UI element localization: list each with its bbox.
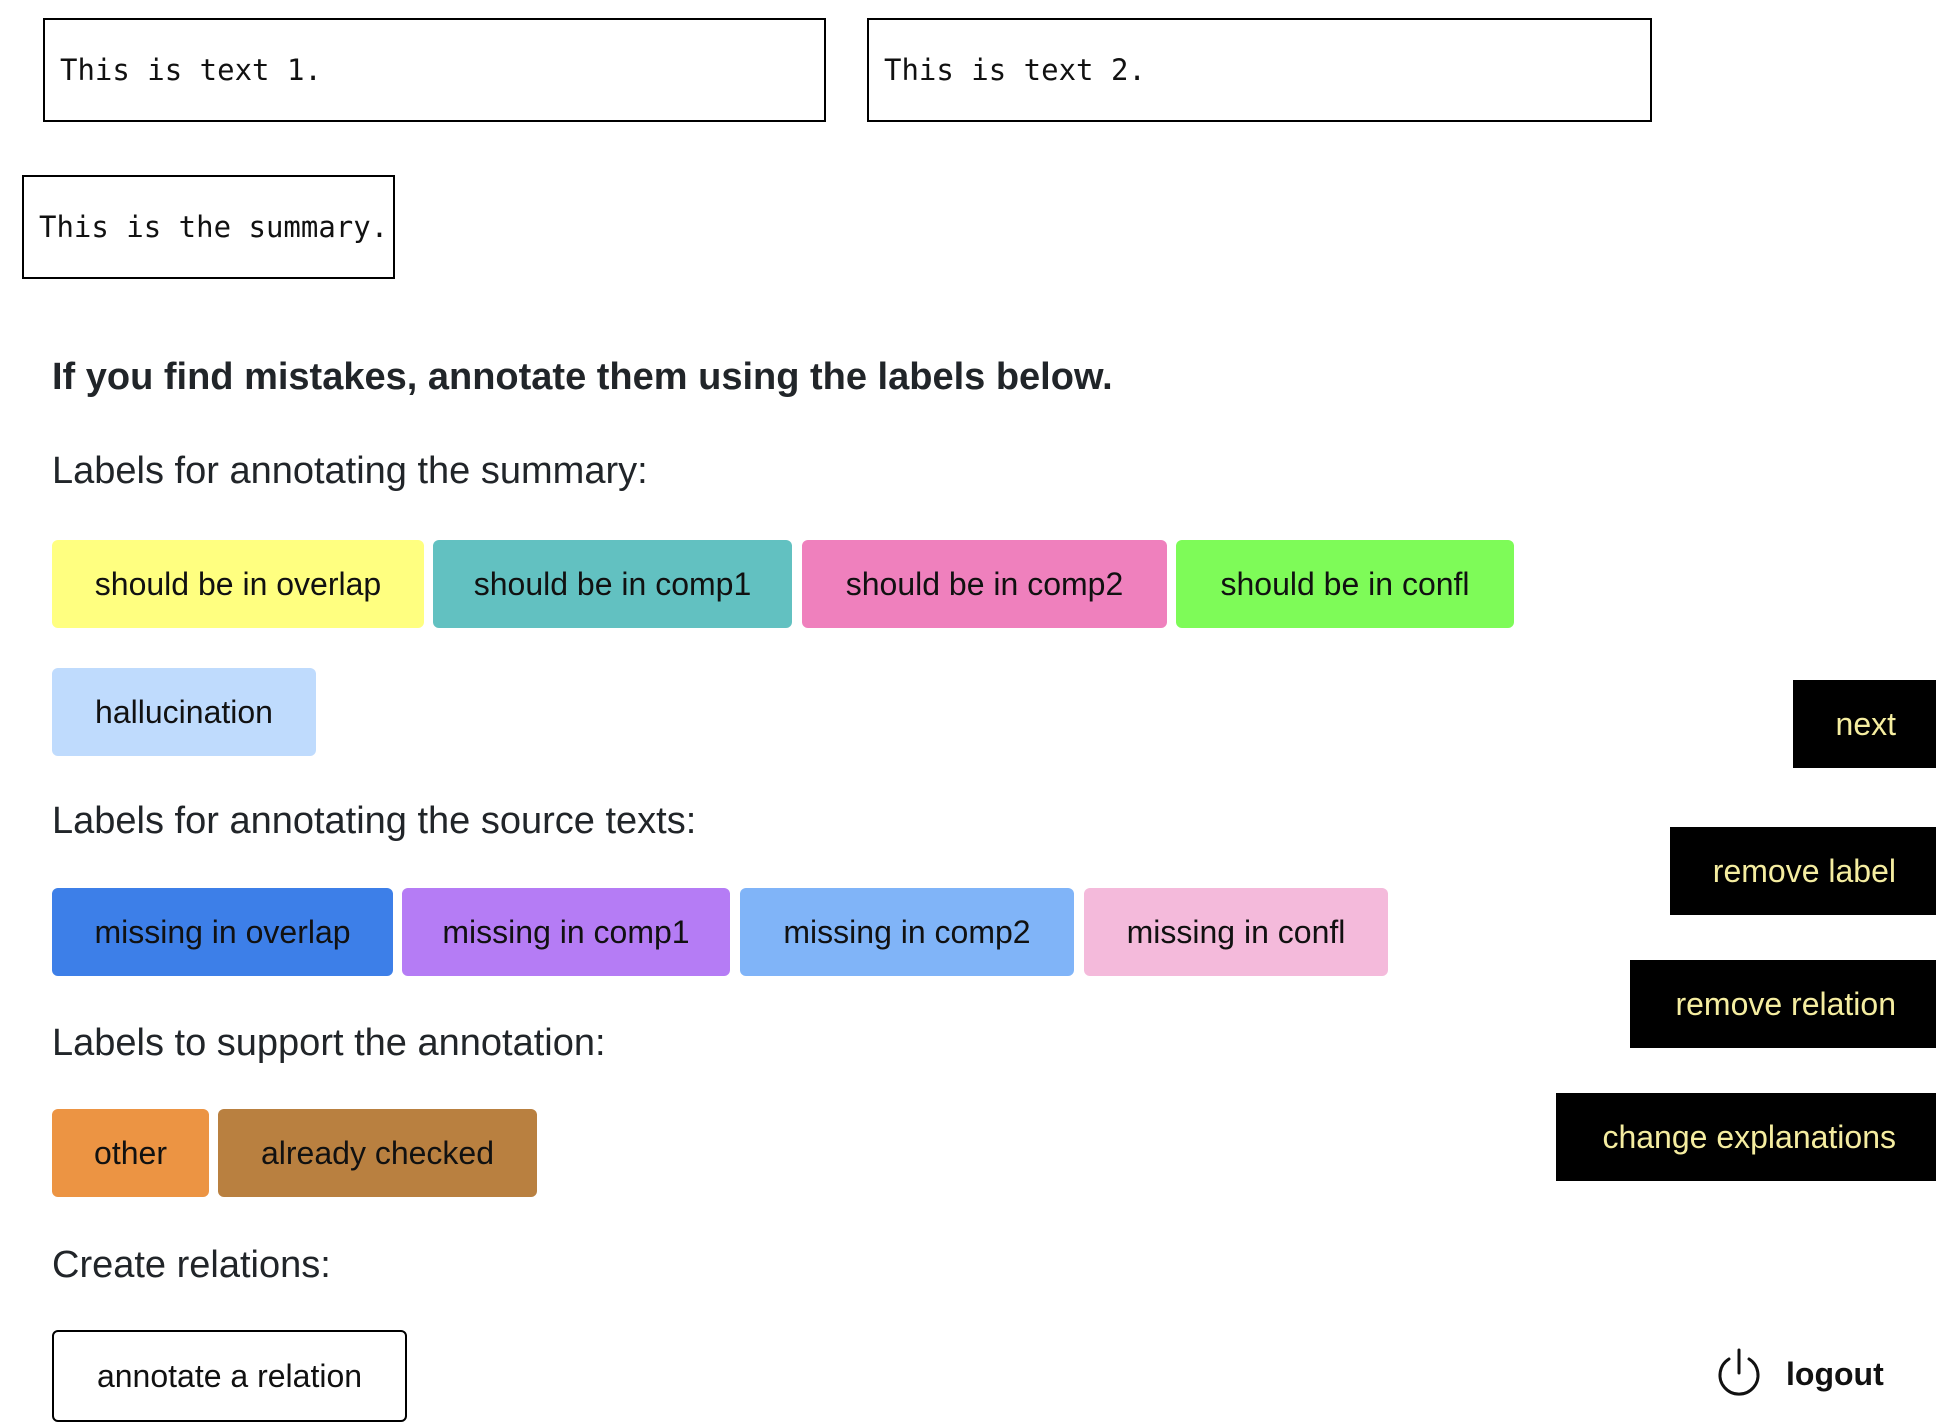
summary-text-content: This is the summary.: [39, 210, 389, 244]
source-text-2[interactable]: This is text 2.: [867, 18, 1652, 122]
label-other[interactable]: other: [52, 1109, 209, 1197]
label-hallucination[interactable]: hallucination: [52, 668, 316, 756]
change-explanations-button[interactable]: change explanations: [1556, 1093, 1936, 1181]
source-text-1[interactable]: This is text 1.: [43, 18, 826, 122]
relations-heading: Create relations:: [52, 1244, 331, 1286]
label-should-be-in-comp1[interactable]: should be in comp1: [433, 540, 792, 628]
remove-relation-button[interactable]: remove relation: [1630, 960, 1936, 1048]
label-missing-in-comp1[interactable]: missing in comp1: [402, 888, 730, 976]
next-button[interactable]: next: [1793, 680, 1936, 768]
annotation-page: This is text 1. This is text 2. This is …: [0, 0, 1936, 1424]
support-labels-heading: Labels to support the annotation:: [52, 1022, 606, 1064]
source-text-1-content: This is text 1.: [60, 53, 322, 87]
power-icon: [1712, 1347, 1766, 1401]
summary-labels-heading: Labels for annotating the summary:: [52, 450, 648, 492]
label-should-be-in-confl[interactable]: should be in confl: [1176, 540, 1514, 628]
logout-label: logout: [1786, 1355, 1884, 1392]
summary-text[interactable]: This is the summary.: [22, 175, 395, 279]
label-already-checked[interactable]: already checked: [218, 1109, 537, 1197]
annotate-relation-button[interactable]: annotate a relation: [52, 1330, 407, 1422]
label-missing-in-confl[interactable]: missing in confl: [1084, 888, 1388, 976]
instruction-heading: If you find mistakes, annotate them usin…: [52, 356, 1113, 398]
label-should-be-in-overlap[interactable]: should be in overlap: [52, 540, 424, 628]
remove-label-button[interactable]: remove label: [1670, 827, 1936, 915]
label-should-be-in-comp2[interactable]: should be in comp2: [802, 540, 1167, 628]
logout-button[interactable]: logout: [1712, 1346, 1884, 1402]
source-text-2-content: This is text 2.: [884, 53, 1146, 87]
source-labels-heading: Labels for annotating the source texts:: [52, 800, 697, 842]
label-missing-in-overlap[interactable]: missing in overlap: [52, 888, 393, 976]
label-missing-in-comp2[interactable]: missing in comp2: [740, 888, 1074, 976]
